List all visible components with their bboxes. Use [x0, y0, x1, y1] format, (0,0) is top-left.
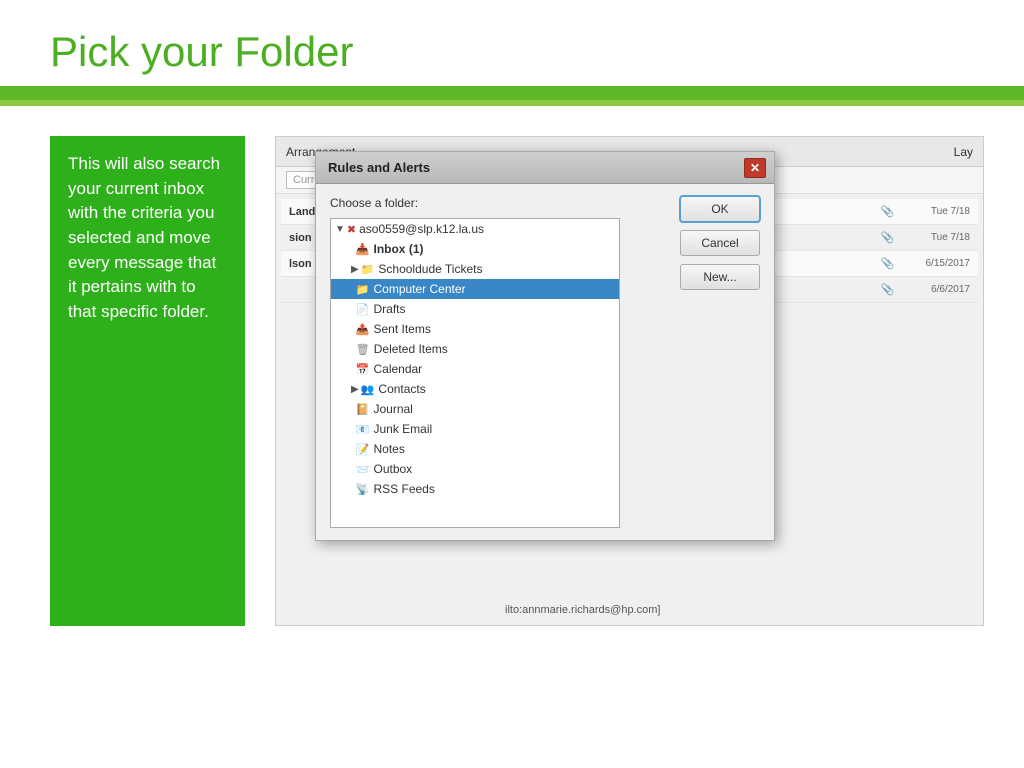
- journal-label: Journal: [373, 402, 412, 416]
- attach-3: 📎: [880, 283, 895, 296]
- deleted-icon: 🗑: [356, 343, 370, 356]
- right-area: Arrangement Lay Current A to Z Landry T……: [275, 136, 984, 626]
- folder-outbox[interactable]: 📨 Outbox: [331, 459, 619, 479]
- junk-email-label: Junk Email: [373, 422, 432, 436]
- dialog-title: Rules and Alerts: [328, 160, 430, 175]
- contacts-label: Contacts: [378, 382, 425, 396]
- calendar-icon: 📅: [356, 363, 370, 376]
- layout-tab: Lay: [954, 145, 973, 159]
- ok-button[interactable]: OK: [680, 196, 760, 222]
- outbox-icon: 📨: [356, 463, 370, 476]
- computer-arrow: [351, 284, 354, 295]
- folder-deleted-items[interactable]: 🗑 Deleted Items: [331, 339, 619, 359]
- date-0: Tue 7/18: [905, 206, 970, 217]
- contacts-arrow: ▶: [351, 384, 359, 395]
- notes-label: Notes: [373, 442, 404, 456]
- drafts-arrow: [351, 304, 354, 315]
- date-1: Tue 7/18: [905, 232, 970, 243]
- dialog-titlebar: Rules and Alerts ✕: [316, 152, 774, 184]
- inbox-arrow: [351, 244, 354, 255]
- inbox-icon: 📥: [356, 243, 370, 256]
- root-account-label: aso0559@slp.k12.la.us: [359, 222, 484, 236]
- schooldude-label: Schooldude Tickets: [378, 262, 482, 276]
- account-icon: ✖: [347, 223, 356, 236]
- dialog-close-button[interactable]: ✕: [744, 158, 766, 178]
- contacts-icon: 👥: [361, 383, 375, 396]
- notes-icon: 📝: [356, 443, 370, 456]
- notes-arrow: [351, 444, 354, 455]
- folder-calendar[interactable]: 📅 Calendar: [331, 359, 619, 379]
- date-3: 6/6/2017: [905, 284, 970, 295]
- date-2: 6/15/2017: [905, 258, 970, 269]
- outbox-arrow: [351, 464, 354, 475]
- sent-icon: 📤: [356, 323, 370, 336]
- inbox-label: Inbox (1): [373, 242, 423, 256]
- deleted-items-label: Deleted Items: [374, 342, 448, 356]
- attach-1: 📎: [880, 231, 895, 244]
- calendar-arrow: [351, 364, 354, 375]
- rss-arrow: [351, 484, 354, 495]
- folder-computer-center[interactable]: 📁 Computer Center: [331, 279, 619, 299]
- choose-folder-label: Choose a folder:: [330, 196, 668, 210]
- dialog-body: Choose a folder: ▼ ✖ aso0559@slp.k12.la.…: [316, 184, 774, 540]
- bottom-link: ilto:annmarie.richards@hp.com]: [505, 604, 660, 616]
- attach-2: 📎: [880, 257, 895, 270]
- junk-arrow: [351, 424, 354, 435]
- drafts-label: Drafts: [373, 302, 405, 316]
- cancel-button[interactable]: Cancel: [680, 230, 760, 256]
- calendar-label: Calendar: [373, 362, 422, 376]
- root-arrow: ▼: [335, 224, 345, 235]
- sent-arrow: [351, 324, 354, 335]
- left-text: This will also search your current inbox…: [68, 154, 220, 321]
- content-area: This will also search your current inbox…: [0, 106, 1024, 646]
- outbox-label: Outbox: [373, 462, 412, 476]
- tree-root-account[interactable]: ▼ ✖ aso0559@slp.k12.la.us: [331, 219, 619, 239]
- journal-arrow: [351, 404, 354, 415]
- folder-junk-email[interactable]: 📧 Junk Email: [331, 419, 619, 439]
- folder-drafts[interactable]: 📄 Drafts: [331, 299, 619, 319]
- folder-contacts[interactable]: ▶ 👥 Contacts: [331, 379, 619, 399]
- folder-tree[interactable]: ▼ ✖ aso0559@slp.k12.la.us 📥 Inbox (1): [330, 218, 620, 528]
- junk-icon: 📧: [356, 423, 370, 436]
- computer-icon: 📁: [356, 283, 370, 296]
- dialog-left-panel: Choose a folder: ▼ ✖ aso0559@slp.k12.la.…: [330, 196, 668, 528]
- attach-0: 📎: [880, 205, 895, 218]
- schooldude-arrow: ▶: [351, 264, 359, 275]
- dialog-buttons-panel: OK Cancel New...: [680, 196, 760, 528]
- schooldude-icon: 📁: [361, 263, 375, 276]
- folder-sent-items[interactable]: 📤 Sent Items: [331, 319, 619, 339]
- folder-inbox[interactable]: 📥 Inbox (1): [331, 239, 619, 259]
- rss-icon: 📡: [356, 483, 370, 496]
- rss-feeds-label: RSS Feeds: [373, 482, 434, 496]
- folder-journal[interactable]: 📔 Journal: [331, 399, 619, 419]
- rules-alerts-dialog: Rules and Alerts ✕ Choose a folder: ▼ ✖ …: [315, 151, 775, 541]
- green-bar-thick: [0, 86, 1024, 100]
- drafts-icon: 📄: [356, 303, 370, 316]
- folder-rss-feeds[interactable]: 📡 RSS Feeds: [331, 479, 619, 499]
- new-button[interactable]: New...: [680, 264, 760, 290]
- computer-center-label: Computer Center: [373, 282, 465, 296]
- deleted-arrow: [351, 344, 354, 355]
- page-title: Pick your Folder: [0, 0, 1024, 86]
- folder-notes[interactable]: 📝 Notes: [331, 439, 619, 459]
- journal-icon: 📔: [356, 403, 370, 416]
- left-text-box: This will also search your current inbox…: [50, 136, 245, 626]
- folder-schooldude[interactable]: ▶ 📁 Schooldude Tickets: [331, 259, 619, 279]
- sent-items-label: Sent Items: [373, 322, 430, 336]
